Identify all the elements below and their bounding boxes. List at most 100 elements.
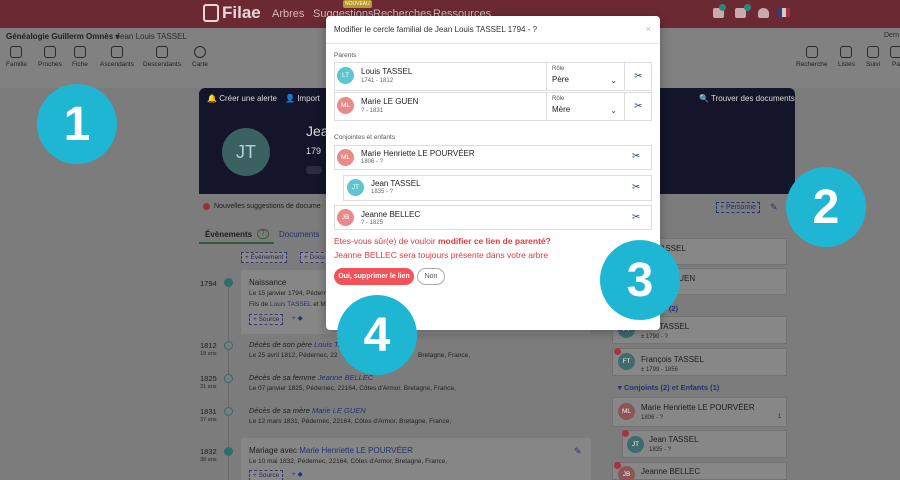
timeline-dot — [224, 374, 233, 383]
edit-pencil-icon[interactable]: ✎ — [574, 446, 582, 457]
timeline-dot — [224, 341, 233, 350]
spouses-children-label: Conjointes et enfants — [334, 134, 396, 141]
create-alert-button[interactable]: 🔔 Créer une alerte — [207, 94, 277, 103]
tab-documents[interactable]: Documents — [279, 230, 319, 239]
event-title: Décès de son père Louis TA — [249, 340, 344, 349]
parent-name: Louis TASSEL — [361, 67, 413, 76]
unlink-scissors-icon[interactable]: ✂ — [624, 63, 652, 90]
tab-events[interactable]: Évènements — [205, 230, 252, 239]
people-icon — [43, 46, 56, 58]
role-select[interactable]: Rôle Mère ⌄ — [546, 93, 622, 120]
modal-title: Modifier le cercle familial de Jean Loui… — [334, 25, 538, 34]
ancestors-icon — [110, 46, 123, 58]
event-year: 1825 — [200, 374, 217, 383]
compass-icon — [193, 46, 206, 58]
breadcrumb-right: Dern — [884, 32, 900, 39]
tree-select[interactable]: Généalogie Guillerm Omnès ▾ — [6, 32, 119, 41]
event-age: 31 ans — [200, 384, 217, 390]
event-year: 1794 — [200, 279, 217, 288]
event-age: 18 ans — [200, 351, 217, 357]
add-person-button[interactable]: + Personne — [716, 202, 760, 213]
tool-suivi[interactable]: Suivi — [866, 46, 880, 68]
tool-proches[interactable]: Proches — [38, 46, 62, 68]
event-detail: Le 07 janvier 1825, Pédernec, 22164, Côt… — [249, 385, 456, 392]
tool-carte[interactable]: Carte — [192, 46, 208, 68]
event-year: 1812 — [200, 341, 217, 350]
child-years: 1835 - ? — [371, 189, 394, 195]
unlink-scissors-icon[interactable]: ✂ — [632, 212, 640, 223]
event-detail: Le 25 avril 1812, Pédernec, 22 — [249, 352, 338, 359]
tool-ascendants[interactable]: Ascendants — [100, 46, 134, 68]
tool-famille[interactable]: Famille — [6, 46, 27, 68]
timeline-dot — [224, 278, 233, 287]
add-event-button[interactable]: + Évènement — [241, 252, 288, 263]
child-years: 1835 - ? — [649, 447, 672, 453]
spouse-years: 1806 - ? — [641, 415, 664, 421]
brand-logo[interactable]: Filae — [203, 3, 261, 23]
tab-underline — [199, 242, 274, 244]
sibling-years: ± 1799 - 1856 — [641, 367, 678, 373]
unlink-scissors-icon[interactable]: ✂ — [632, 182, 640, 193]
search-people-icon — [805, 46, 818, 58]
timeline-dot — [224, 447, 233, 456]
unlink-scissors-icon[interactable]: ✂ — [632, 151, 640, 162]
tool-pa[interactable]: Pa — [890, 46, 900, 68]
find-documents-button[interactable]: 🔍 Trouver des documents — [699, 94, 795, 103]
spouse-card[interactable] — [612, 397, 787, 427]
profile-card-icon — [73, 46, 86, 58]
event-year: 1832 — [200, 447, 217, 456]
sibling-name: TASSEL — [659, 322, 690, 331]
sibling-name: François TASSEL — [641, 355, 704, 364]
confirm-delete-link-button[interactable]: Oui, supprimer le lien — [334, 268, 414, 285]
suggestion-badge — [622, 430, 629, 437]
add-source-button[interactable]: + Source — [249, 314, 284, 325]
child-card[interactable] — [622, 430, 787, 458]
confirm-message: Etes-vous sûr(e) de vouloir modifier ce … — [334, 236, 551, 246]
import-button[interactable]: 👤 Import — [285, 94, 320, 103]
follow-icon — [867, 46, 880, 58]
event-parents: Fils de Louis TASSEL et M — [249, 301, 326, 308]
suggestions-banner[interactable]: Nouvelles suggestions de docume — [199, 194, 329, 218]
spouse-avatar: JB — [337, 209, 354, 226]
step-marker-2: 2 — [786, 167, 866, 247]
events-count-badge: 7 — [257, 229, 269, 239]
event-detail: Le 15 janvier 1794, Pédernec — [249, 290, 334, 297]
tool-listes[interactable]: Listes — [838, 46, 855, 68]
tool-recherche[interactable]: Recherche — [796, 46, 827, 68]
child-name: Jean TASSEL — [649, 435, 699, 444]
sibling-years: ± 1790 - ? — [641, 334, 668, 340]
add-source-button[interactable]: + Source — [249, 470, 284, 480]
tag-chip — [306, 166, 322, 174]
add-tag-icon[interactable]: + ◆ — [292, 314, 303, 322]
child-avatar: JT — [627, 436, 644, 453]
unlink-scissors-icon[interactable]: ✂ — [624, 93, 652, 120]
spouse-avatar: ML — [337, 149, 354, 166]
filae-logo-icon — [203, 4, 219, 22]
edit-family-icon[interactable]: ✎ — [770, 202, 778, 213]
spouse-years: 1806 - ? — [361, 159, 384, 165]
notification-dot — [719, 4, 726, 11]
confirm-note: Jeanne BELLEC sera toujours présente dan… — [334, 250, 549, 260]
tool-fiche[interactable]: Fiche — [72, 46, 88, 68]
chevron-down-icon: ⌄ — [610, 106, 617, 115]
cancel-button[interactable]: Non — [417, 268, 445, 285]
event-detail-tail: Bretagne, France, — [418, 352, 471, 359]
close-icon[interactable]: × — [646, 24, 651, 34]
french-flag-icon[interactable] — [778, 8, 790, 17]
nav-link-arbres[interactable]: Arbres — [272, 8, 304, 20]
parent-name: Marie LE GUEN — [361, 97, 419, 106]
spouse-avatar: JB — [618, 466, 635, 480]
mail-dot — [744, 4, 751, 11]
descendants-icon — [155, 46, 168, 58]
children-count: 1 — [778, 414, 782, 420]
role-select[interactable]: Rôle Père ⌄ — [546, 63, 622, 90]
tool-descendants[interactable]: Descendants — [143, 46, 181, 68]
event-title: Mariage avec Marie Henriette LE POURVÉER — [249, 446, 413, 455]
chevron-down-icon: ⌄ — [610, 76, 617, 85]
user-icon[interactable] — [758, 8, 769, 18]
add-tag-icon[interactable]: + ◆ — [292, 470, 303, 478]
parent-years: ? - 1831 — [361, 108, 384, 114]
add-document-button[interactable]: + Docu — [300, 252, 329, 263]
timeline-dot — [224, 407, 233, 416]
spouses-section[interactable]: ▾ Conjoints (2) et Enfants (1) — [618, 383, 719, 392]
